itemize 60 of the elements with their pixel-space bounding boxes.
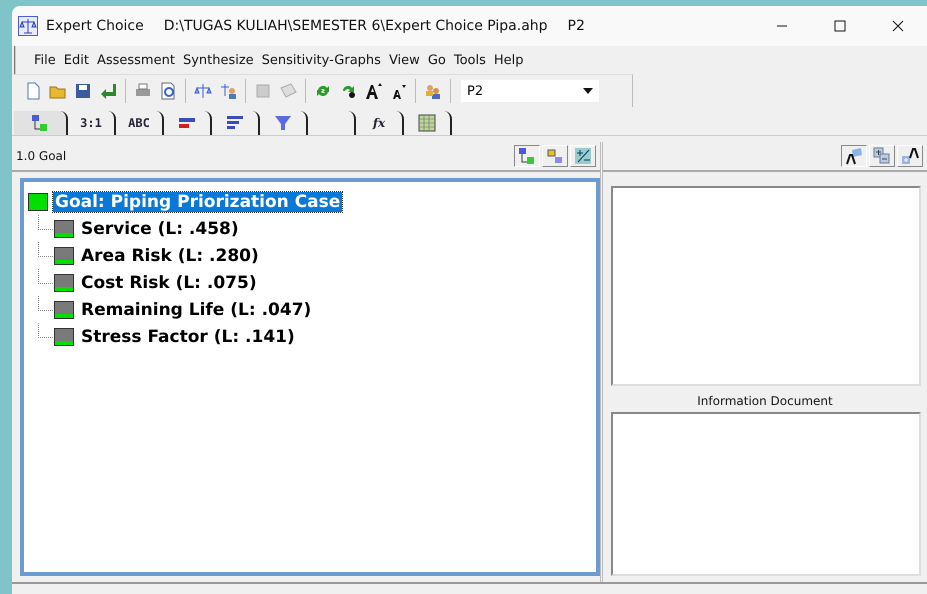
save-icon bbox=[74, 82, 92, 100]
model-dropdown[interactable]: P2 bbox=[461, 80, 599, 102]
tree-node[interactable]: Service (L: .458) bbox=[79, 218, 241, 238]
tree-connector bbox=[38, 269, 53, 284]
tree-node[interactable]: Goal: Piping Priorization Case bbox=[53, 192, 342, 212]
node-icon bbox=[54, 246, 74, 264]
menu-item[interactable]: Synthesize bbox=[178, 52, 258, 68]
tree-connector bbox=[38, 242, 53, 257]
menu-item[interactable]: View bbox=[384, 52, 424, 68]
maximize-icon bbox=[834, 20, 846, 32]
menu-item[interactable]: Assessment bbox=[92, 52, 179, 68]
add-text-icon bbox=[901, 147, 919, 165]
add-text-button[interactable] bbox=[897, 145, 923, 167]
tree-view-button[interactable] bbox=[514, 145, 540, 167]
tree-node[interactable]: Stress Factor (L: .141) bbox=[79, 326, 297, 346]
menu-item[interactable]: Edit bbox=[60, 52, 93, 68]
preview-icon bbox=[159, 82, 177, 100]
node-icon bbox=[54, 274, 74, 292]
funnel-icon bbox=[274, 114, 292, 132]
tree-connector bbox=[38, 323, 53, 338]
node-icon bbox=[54, 220, 74, 238]
node-icon bbox=[54, 328, 74, 346]
view-tab[interactable] bbox=[14, 111, 68, 135]
tree-connector bbox=[38, 215, 53, 230]
scale-logo-icon bbox=[18, 16, 38, 36]
menu-item[interactable]: Tools bbox=[450, 52, 490, 68]
info-document-label: Information Document bbox=[696, 393, 834, 410]
nodes-icon bbox=[546, 147, 564, 165]
arrow-icon bbox=[99, 82, 117, 100]
menu-item[interactable]: Sensitivity-Graphs bbox=[258, 52, 385, 68]
expand-collapse-button[interactable] bbox=[570, 145, 596, 167]
close-icon bbox=[892, 20, 904, 32]
menu-item[interactable]: Help bbox=[490, 52, 528, 68]
scale-icon bbox=[194, 82, 212, 100]
expand-collapse-button[interactable] bbox=[869, 145, 895, 167]
menu-item[interactable]: Go bbox=[424, 52, 450, 68]
note-icon bbox=[845, 147, 863, 165]
bar-chart-icon bbox=[226, 114, 244, 132]
hierarchy-icon bbox=[518, 147, 536, 165]
tree-node[interactable]: Area Risk (L: .280) bbox=[79, 246, 261, 266]
scale-person-icon bbox=[219, 82, 237, 100]
cluster-view-button[interactable] bbox=[542, 145, 568, 167]
dropdown-arrow-icon bbox=[583, 88, 593, 94]
grid-icon bbox=[418, 114, 436, 132]
edit-note-button[interactable] bbox=[841, 145, 867, 167]
tree-connector bbox=[38, 296, 53, 311]
tree-node[interactable]: Cost Risk (L: .075) bbox=[79, 272, 259, 292]
users-icon bbox=[424, 82, 442, 100]
node-icon bbox=[54, 300, 74, 318]
plus-minus-icon bbox=[574, 147, 592, 165]
font-larger-icon bbox=[364, 82, 382, 100]
menu-item[interactable]: File bbox=[30, 52, 60, 68]
hierarchy-icon bbox=[31, 114, 49, 132]
node-icon bbox=[28, 192, 48, 210]
file-path: D:\TUGAS KULIAH\SEMESTER 6\Expert Choice Pipa.ahp bbox=[164, 18, 548, 34]
tree-node[interactable]: Remaining Life (L: .047) bbox=[79, 300, 314, 320]
model-name: P2 bbox=[568, 18, 585, 34]
window-title: Expert Choice bbox=[46, 18, 144, 34]
node-path: 1.0 Goal bbox=[16, 149, 66, 163]
plus-minus-icon bbox=[873, 147, 891, 165]
